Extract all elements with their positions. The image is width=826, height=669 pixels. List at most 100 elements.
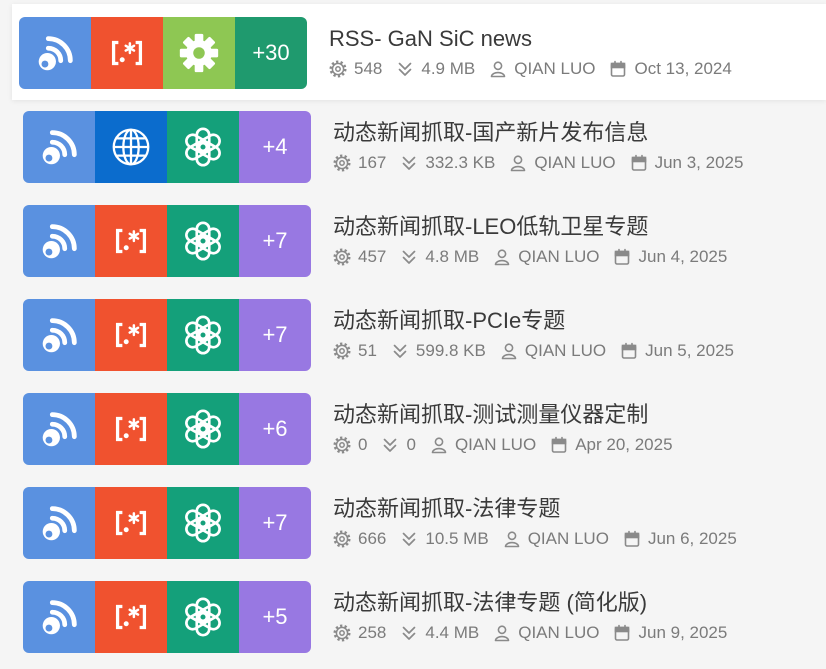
executions-count: 457 (333, 246, 386, 268)
openai-icon (180, 594, 226, 640)
created-date-text: Jun 3, 2025 (654, 153, 744, 172)
more-nodes-badge: +4 (239, 111, 311, 183)
workflow-info: RSS- GaN SiC news 548 4.9 MB QIAN LUO Oc… (329, 25, 746, 80)
rss-icon (36, 312, 82, 358)
workflow-meta: 0 0 QIAN LUO Apr 20, 2025 (333, 434, 687, 456)
node-strip: +6 (23, 393, 311, 465)
workflow-title[interactable]: 动态新闻抓取-法律专题 (简化版) (333, 589, 741, 617)
workflow-title[interactable]: RSS- GaN SiC news (329, 25, 746, 53)
workflow-row[interactable]: +7 动态新闻抓取-法律专题 666 10.5 MB QIAN LUO Jun 6… (16, 474, 826, 570)
owner-name-text: QIAN LUO (524, 341, 607, 360)
user-icon (493, 248, 511, 266)
workflow-row[interactable]: +7 动态新闻抓取-LEO低轨卫星专题 457 4.8 MB QIAN LUO J… (16, 192, 826, 288)
more-nodes-badge: +6 (239, 393, 311, 465)
rss-icon (36, 500, 82, 546)
openai-icon (180, 406, 226, 452)
openai-icon (180, 312, 226, 358)
node-tile (95, 581, 167, 653)
node-tile (91, 17, 163, 89)
regex-icon (108, 500, 154, 546)
workflow-row[interactable]: +7 动态新闻抓取-PCIe专题 51 599.8 KB QIAN LUO Jun… (16, 286, 826, 382)
gear-outline-icon (333, 154, 351, 172)
workflow-meta: 167 332.3 KB QIAN LUO Jun 3, 2025 (333, 152, 757, 174)
rss-icon (36, 594, 82, 640)
node-strip: +5 (23, 581, 311, 653)
workflow-info: 动态新闻抓取-测试测量仪器定制 0 0 QIAN LUO Apr 20, 202… (333, 401, 687, 456)
calendar-icon (630, 154, 648, 172)
file-size-text: 599.8 KB (415, 341, 486, 360)
file-size-text: 4.8 MB (425, 247, 480, 266)
executions-count-text: 51 (358, 341, 377, 360)
executions-count-text: 457 (358, 247, 387, 266)
rss-icon (36, 406, 82, 452)
node-tile (95, 111, 167, 183)
more-nodes-badge: +7 (239, 299, 311, 371)
created-date: Jun 6, 2025 (623, 528, 737, 550)
node-strip: +4 (23, 111, 311, 183)
workflow-row[interactable]: +30 RSS- GaN SiC news 548 4.9 MB QIAN LUO… (12, 4, 826, 100)
owner-name: QIAN LUO (489, 58, 595, 80)
workflow-title[interactable]: 动态新闻抓取-法律专题 (333, 495, 751, 523)
workflow-meta: 51 599.8 KB QIAN LUO Jun 5, 2025 (333, 340, 748, 362)
owner-name: QIAN LUO (509, 152, 616, 174)
owner-name: QIAN LUO (503, 528, 609, 550)
user-icon (489, 60, 507, 78)
node-tile (19, 17, 91, 89)
executions-count-text: 258 (358, 623, 387, 642)
workflow-info: 动态新闻抓取-法律专题 666 10.5 MB QIAN LUO Jun 6, … (333, 495, 751, 550)
created-date-text: Oct 13, 2024 (634, 59, 732, 78)
gear-outline-icon (333, 624, 351, 642)
created-date: Oct 13, 2024 (609, 58, 732, 80)
calendar-icon (609, 60, 627, 78)
executions-count-text: 548 (354, 59, 383, 78)
regex-icon (108, 312, 154, 358)
gear-icon (176, 30, 222, 76)
calendar-icon (620, 342, 638, 360)
workflow-row[interactable]: +6 动态新闻抓取-测试测量仪器定制 0 0 QIAN LUO Apr 20, 2… (16, 380, 826, 476)
workflow-title[interactable]: 动态新闻抓取-LEO低轨卫星专题 (333, 213, 741, 241)
owner-name-text: QIAN LUO (518, 623, 600, 642)
double-chevron-down-icon (400, 530, 418, 548)
node-tile (163, 17, 235, 89)
user-icon (430, 436, 448, 454)
created-date-text: Jun 6, 2025 (647, 529, 737, 548)
openai-icon (180, 218, 226, 264)
workflow-row[interactable]: +5 动态新闻抓取-法律专题 (简化版) 258 4.4 MB QIAN LUO … (16, 568, 826, 664)
node-tile (23, 205, 95, 277)
node-tile (167, 487, 239, 559)
rss-icon (36, 124, 82, 170)
regex-icon (108, 406, 154, 452)
executions-count-text: 167 (358, 153, 387, 172)
more-nodes-badge: +5 (239, 581, 311, 653)
workflow-row[interactable]: +4 动态新闻抓取-国产新片发布信息 167 332.3 KB QIAN LUO … (16, 98, 826, 194)
workflow-list: +30 RSS- GaN SiC news 548 4.9 MB QIAN LUO… (0, 0, 826, 669)
executions-count-text: 666 (358, 529, 387, 548)
created-date-text: Apr 20, 2025 (575, 435, 673, 454)
workflow-meta: 548 4.9 MB QIAN LUO Oct 13, 2024 (329, 58, 746, 80)
workflow-title[interactable]: 动态新闻抓取-测试测量仪器定制 (333, 401, 687, 429)
node-tile (95, 487, 167, 559)
node-strip: +7 (23, 299, 311, 371)
file-size: 4.4 MB (400, 622, 479, 644)
executions-count: 0 (333, 434, 367, 456)
rss-icon (32, 30, 78, 76)
node-tile (167, 111, 239, 183)
workflow-title[interactable]: 动态新闻抓取-PCIe专题 (333, 307, 748, 335)
node-tile (23, 299, 95, 371)
node-tile (167, 299, 239, 371)
calendar-icon (613, 624, 631, 642)
node-tile (167, 205, 239, 277)
user-icon (493, 624, 511, 642)
regex-icon (104, 30, 150, 76)
double-chevron-down-icon (391, 342, 409, 360)
created-date-text: Jun 9, 2025 (638, 623, 728, 642)
executions-count: 258 (333, 622, 386, 644)
workflow-title[interactable]: 动态新闻抓取-国产新片发布信息 (333, 119, 757, 147)
workflow-info: 动态新闻抓取-PCIe专题 51 599.8 KB QIAN LUO Jun 5… (333, 307, 748, 362)
created-date-text: Jun 5, 2025 (645, 341, 734, 360)
regex-icon (108, 218, 154, 264)
file-size-text: 10.5 MB (425, 529, 489, 548)
node-tile (23, 487, 95, 559)
node-tile (167, 393, 239, 465)
file-size-text: 332.3 KB (425, 153, 496, 172)
